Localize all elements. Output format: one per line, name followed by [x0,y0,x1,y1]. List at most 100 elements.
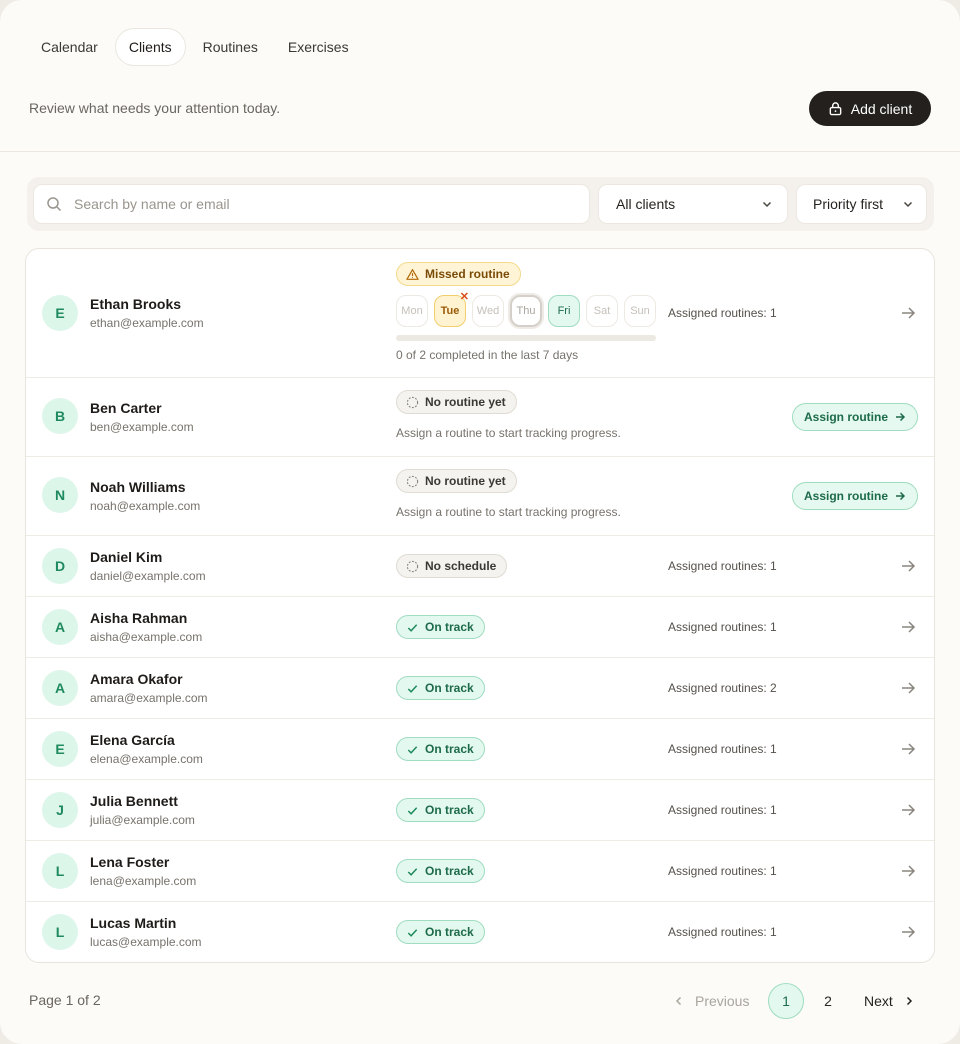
header-divider [0,151,960,152]
client-row[interactable]: E Elena García elena@example.com On trac… [26,719,934,780]
status-badge: On track [396,737,485,761]
avatar: D [42,548,78,584]
client-filter-select[interactable]: All clients [598,184,788,224]
arrow-right-icon[interactable] [899,862,917,880]
client-row[interactable]: N Noah Williams noah@example.com No rout… [26,457,934,536]
client-name: Ethan Brooks [90,296,182,312]
client-email: amara@example.com [90,691,208,705]
client-name: Daniel Kim [90,549,163,565]
client-email: daniel@example.com [90,569,206,583]
status-label: No schedule [425,559,497,573]
day-mon: Mon [396,295,428,327]
client-row[interactable]: J Julia Bennett julia@example.com On tra… [26,780,934,841]
progress-text: 0 of 2 completed in the last 7 days [396,348,579,362]
day-sun: Sun [624,295,656,327]
avatar: E [42,295,78,331]
page-2-button[interactable]: 2 [810,983,846,1019]
client-row[interactable]: B Ben Carter ben@example.com No routine … [26,378,934,457]
completion-progress-bar [396,335,656,341]
status-label: On track [425,742,474,756]
sort-select[interactable]: Priority first [796,184,927,224]
assigned-routines: Assigned routines: 2 [668,681,777,695]
avatar: E [42,731,78,767]
status-badge: On track [396,615,485,639]
client-row[interactable]: E Ethan Brooks ethan@example.com Missed … [26,249,934,378]
status-label: Missed routine [425,267,510,281]
check-icon [407,684,418,693]
arrow-right-icon [896,412,906,422]
sort-value: Priority first [813,196,883,212]
client-row[interactable]: L Lena Foster lena@example.com On track … [26,841,934,902]
arrow-right-icon[interactable] [899,923,917,941]
client-email: noah@example.com [90,499,201,513]
client-row[interactable]: D Daniel Kim daniel@example.com No sched… [26,536,934,597]
tab-exercises[interactable]: Exercises [275,28,362,66]
avatar: A [42,670,78,706]
main-nav: Calendar Clients Routines Exercises [28,28,362,66]
search-input[interactable] [74,196,554,212]
check-icon [407,928,418,937]
arrow-right-icon[interactable] [899,801,917,819]
previous-page-button[interactable]: Previous [673,983,749,1019]
avatar: B [42,398,78,434]
page-info: Page 1 of 2 [29,992,101,1008]
tab-clients[interactable]: Clients [114,28,186,66]
client-name: Julia Bennett [90,793,178,809]
assigned-routines: Assigned routines: 1 [668,620,777,634]
avatar: N [42,477,78,513]
client-name: Ben Carter [90,400,162,416]
client-email: julia@example.com [90,813,195,827]
add-client-button[interactable]: Add client [809,91,931,126]
previous-label: Previous [695,993,750,1009]
client-name: Amara Okafor [90,671,183,687]
app-window: Calendar Clients Routines Exercises Revi… [0,0,960,1044]
assign-routine-label: Assign routine [803,489,888,503]
chevron-right-icon [906,996,912,1006]
status-badge: Missed routine [396,262,521,286]
add-client-label: Add client [850,100,913,117]
search-box [33,184,590,224]
assigned-routines: Assigned routines: 1 [668,742,777,756]
chevron-left-icon [675,996,682,1006]
avatar: J [42,792,78,828]
arrow-right-icon[interactable] [899,557,917,575]
tab-routines[interactable]: Routines [190,28,271,66]
weekly-schedule: Mon Tue ✕ Wed Thu Fri Sat Sun [396,291,656,327]
filter-bar: All clients Priority first [27,177,934,231]
status-hint: Assign a routine to start tracking progr… [396,426,621,440]
client-email: ethan@example.com [90,316,204,330]
client-name: Lucas Martin [90,915,177,931]
avatar: A [42,609,78,645]
client-row[interactable]: L Lucas Martin lucas@example.com On trac… [26,902,934,962]
assigned-routines: Assigned routines: 1 [668,306,777,320]
assigned-routines: Assigned routines: 1 [668,803,777,817]
assign-routine-button[interactable]: Assign routine [792,482,918,510]
arrow-right-icon[interactable] [899,618,917,636]
assigned-routines: Assigned routines: 1 [668,864,777,878]
next-page-button[interactable]: Next [864,983,915,1019]
lock-icon [829,102,842,116]
client-list: E Ethan Brooks ethan@example.com Missed … [25,248,935,963]
client-row[interactable]: A Amara Okafor amara@example.com On trac… [26,658,934,719]
status-badge: On track [396,676,485,700]
client-email: lena@example.com [90,874,197,888]
page-1-button[interactable]: 1 [768,983,804,1019]
status-badge: No routine yet [396,390,517,414]
arrow-right-icon[interactable] [899,740,917,758]
next-label: Next [864,993,893,1009]
arrow-right-icon[interactable] [899,679,917,697]
arrow-right-icon[interactable] [899,304,917,322]
client-row[interactable]: A Aisha Rahman aisha@example.com On trac… [26,597,934,658]
client-name: Lena Foster [90,854,170,870]
check-icon [407,806,418,815]
page-subtitle: Review what needs your attention today. [29,100,281,116]
status-label: No routine yet [425,395,506,409]
status-label: On track [425,925,474,939]
status-hint: Assign a routine to start tracking progr… [396,505,621,519]
tab-calendar[interactable]: Calendar [28,28,111,66]
assign-routine-button[interactable]: Assign routine [792,403,918,431]
day-wed: Wed [472,295,504,327]
avatar: L [42,914,78,950]
day-sat: Sat [586,295,618,327]
day-tue-missed: Tue ✕ [434,291,469,327]
